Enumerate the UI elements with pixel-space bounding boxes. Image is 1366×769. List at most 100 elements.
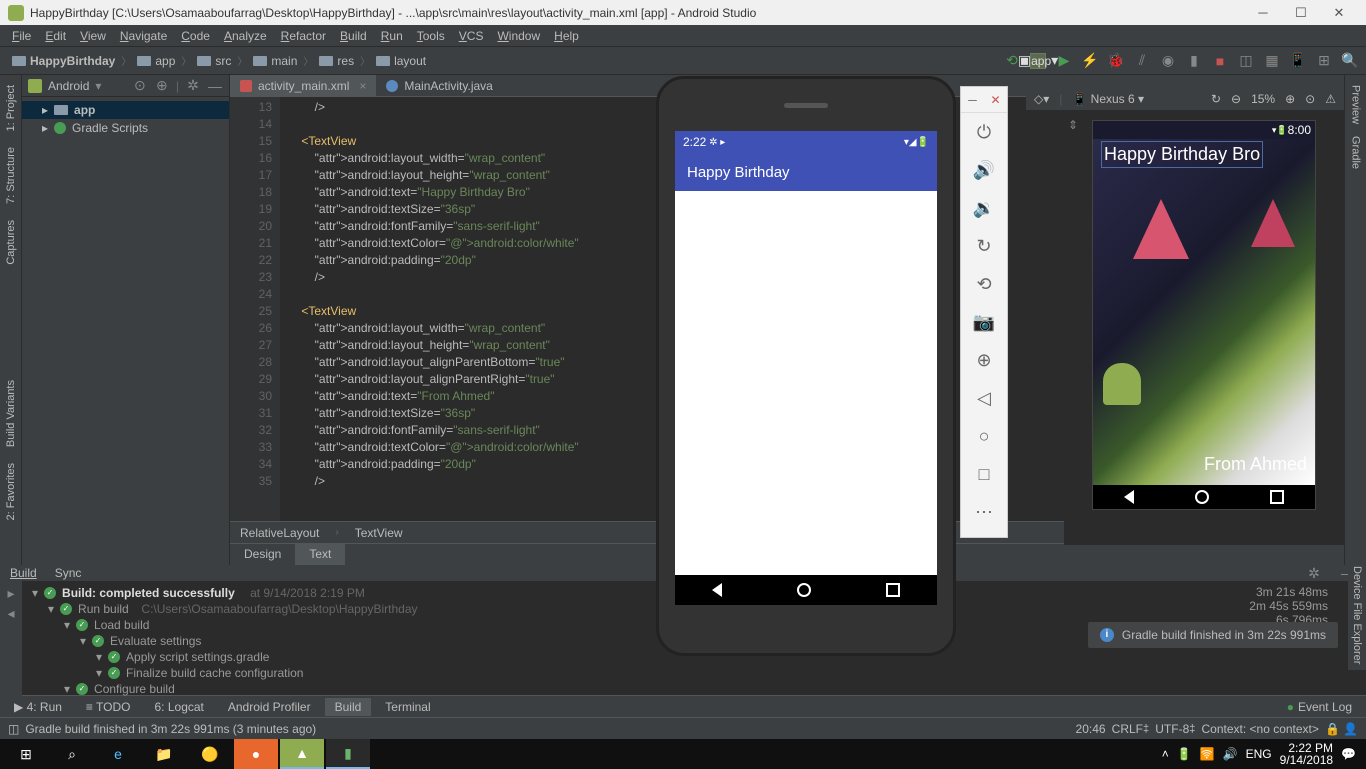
profile-icon[interactable]: ⫽: [1134, 53, 1150, 69]
crumb-layout[interactable]: layout: [372, 52, 430, 70]
emu-back-button[interactable]: [712, 583, 722, 597]
emu-control-2[interactable]: 🔉: [961, 189, 1007, 227]
gear-icon[interactable]: ✲: [185, 78, 201, 94]
menu-vcs[interactable]: VCS: [453, 27, 490, 45]
build-variants-label[interactable]: Build Variants: [5, 374, 17, 453]
app-icon[interactable]: ●: [234, 739, 278, 769]
emu-control-7[interactable]: ◁: [961, 379, 1007, 417]
device-manager-icon[interactable]: 📱: [1290, 53, 1306, 69]
task-window[interactable]: ▮: [326, 739, 370, 769]
refresh-icon[interactable]: ↻: [1211, 92, 1221, 106]
emu-control-3[interactable]: ↻: [961, 227, 1007, 265]
menu-analyze[interactable]: Analyze: [218, 27, 273, 45]
project-view-mode[interactable]: Android: [48, 79, 89, 93]
crumb-src[interactable]: src: [193, 52, 235, 70]
menu-code[interactable]: Code: [175, 27, 216, 45]
stop-button[interactable]: ■: [1212, 53, 1228, 69]
fit-icon[interactable]: ⊙: [1305, 92, 1315, 106]
gradle-label[interactable]: Gradle: [1350, 130, 1362, 175]
structure-tool-label[interactable]: 7: Structure: [5, 141, 17, 210]
menu-file[interactable]: File: [6, 27, 37, 45]
menu-view[interactable]: View: [74, 27, 112, 45]
preview-label[interactable]: Preview: [1350, 79, 1362, 130]
emu-control-9[interactable]: □: [961, 455, 1007, 493]
menu-navigate[interactable]: Navigate: [114, 27, 173, 45]
captures-tool-label[interactable]: Captures: [5, 214, 17, 271]
emu-control-6[interactable]: ⊕: [961, 341, 1007, 379]
clock[interactable]: 2:22 PM 9/14/2018: [1280, 742, 1333, 766]
emu-recents-button[interactable]: [886, 583, 900, 597]
breadcrumb-item[interactable]: RelativeLayout: [240, 526, 319, 540]
crumb-app[interactable]: app: [133, 52, 179, 70]
zoom-out-icon[interactable]: ⊖: [1231, 92, 1241, 106]
notifications-icon[interactable]: 💬: [1341, 747, 1356, 761]
wifi-icon[interactable]: 🛜: [1200, 747, 1215, 761]
attach-debugger-icon[interactable]: ◉: [1160, 53, 1176, 69]
menu-tools[interactable]: Tools: [411, 27, 451, 45]
language-indicator[interactable]: ENG: [1246, 747, 1272, 761]
emu-control-5[interactable]: 📷: [961, 303, 1007, 341]
edge-icon[interactable]: e: [96, 739, 140, 769]
emu-minimize[interactable]: ─: [961, 93, 984, 112]
run-button[interactable]: ▶: [1056, 53, 1072, 69]
android-studio-task[interactable]: ▲: [280, 739, 324, 769]
status-crlf[interactable]: CRLF: [1112, 722, 1143, 736]
volume-icon[interactable]: 🔊: [1223, 747, 1238, 761]
hide-icon[interactable]: —: [207, 78, 223, 94]
design-tab[interactable]: Design: [230, 544, 295, 565]
menu-build[interactable]: Build: [334, 27, 373, 45]
maximize-button[interactable]: ☐: [1282, 5, 1320, 21]
device-file-explorer-label[interactable]: Device File Explorer: [1348, 560, 1366, 670]
project-tool-label[interactable]: 1: Project: [5, 79, 17, 137]
apply-changes-icon[interactable]: ⚡: [1082, 53, 1098, 69]
favorites-label[interactable]: 2: Favorites: [5, 457, 17, 526]
start-button[interactable]: ⊞: [4, 739, 48, 769]
explorer-icon[interactable]: 📁: [142, 739, 186, 769]
collapse-icon[interactable]: ⊙: [132, 78, 148, 94]
chrome-icon[interactable]: 🟡: [188, 739, 232, 769]
layout-inspector-icon[interactable]: ◫: [1238, 53, 1254, 69]
structure-icon[interactable]: ⊞: [1316, 53, 1332, 69]
search-button[interactable]: ⌕: [50, 739, 94, 769]
emu-home-button[interactable]: [797, 583, 811, 597]
menu-run[interactable]: Run: [375, 27, 409, 45]
debug-button[interactable]: 🐞: [1108, 53, 1124, 69]
crumb-HappyBirthday[interactable]: HappyBirthday: [8, 52, 119, 70]
emu-control-10[interactable]: ⋯: [961, 493, 1007, 531]
crumb-main[interactable]: main: [249, 52, 301, 70]
sdk-manager-icon[interactable]: ▦: [1264, 53, 1280, 69]
emu-control-0[interactable]: ⏻: [961, 113, 1007, 151]
breadcrumb-item[interactable]: TextView: [355, 526, 403, 540]
device-selector[interactable]: 📱 Nexus 6 ▾: [1072, 92, 1144, 106]
menu-window[interactable]: Window: [491, 27, 546, 45]
battery-icon[interactable]: 🔋: [1177, 747, 1192, 761]
inspector-icon[interactable]: 👤: [1343, 722, 1358, 736]
text-tab[interactable]: Text: [295, 544, 345, 565]
notification-toast[interactable]: i Gradle build finished in 3m 22s 991ms: [1088, 622, 1338, 648]
menu-help[interactable]: Help: [548, 27, 585, 45]
tab-MainActivity.java[interactable]: MainActivity.java: [376, 75, 502, 96]
avd-icon[interactable]: ▮: [1186, 53, 1202, 69]
search-icon[interactable]: 🔍: [1342, 53, 1358, 69]
build-header-sync[interactable]: Sync: [55, 566, 82, 580]
expand-all-icon[interactable]: ▸: [3, 585, 19, 601]
run-config-selector[interactable]: ▣ app ▾: [1030, 53, 1046, 69]
status-context[interactable]: Context: <no context>: [1201, 722, 1318, 736]
orientation-icon[interactable]: ◇▾: [1034, 92, 1049, 106]
emu-close[interactable]: ✕: [984, 93, 1007, 112]
warning-icon[interactable]: ⚠: [1325, 92, 1336, 106]
minimize-button[interactable]: ─: [1244, 5, 1282, 20]
status-encoding[interactable]: UTF-8: [1155, 722, 1189, 736]
tab-activity_main.xml[interactable]: activity_main.xml ×: [230, 75, 376, 96]
tree-item-gradle[interactable]: ▸ Gradle Scripts: [22, 119, 229, 137]
tray-up-icon[interactable]: ˄: [1162, 747, 1169, 761]
menu-refactor[interactable]: Refactor: [275, 27, 332, 45]
menu-edit[interactable]: Edit: [39, 27, 72, 45]
lock-icon[interactable]: 🔒: [1325, 722, 1340, 736]
emulator-screen[interactable]: 2:22 ✲ ▸▾◢🔋 Happy Birthday: [675, 131, 937, 605]
gear-icon[interactable]: ✲: [1306, 565, 1322, 581]
resize-handle[interactable]: ⇕: [1068, 118, 1078, 132]
collapse-all-icon[interactable]: ◂: [3, 605, 19, 621]
tree-item-app[interactable]: ▸ app: [22, 101, 229, 119]
emu-control-1[interactable]: 🔊: [961, 151, 1007, 189]
